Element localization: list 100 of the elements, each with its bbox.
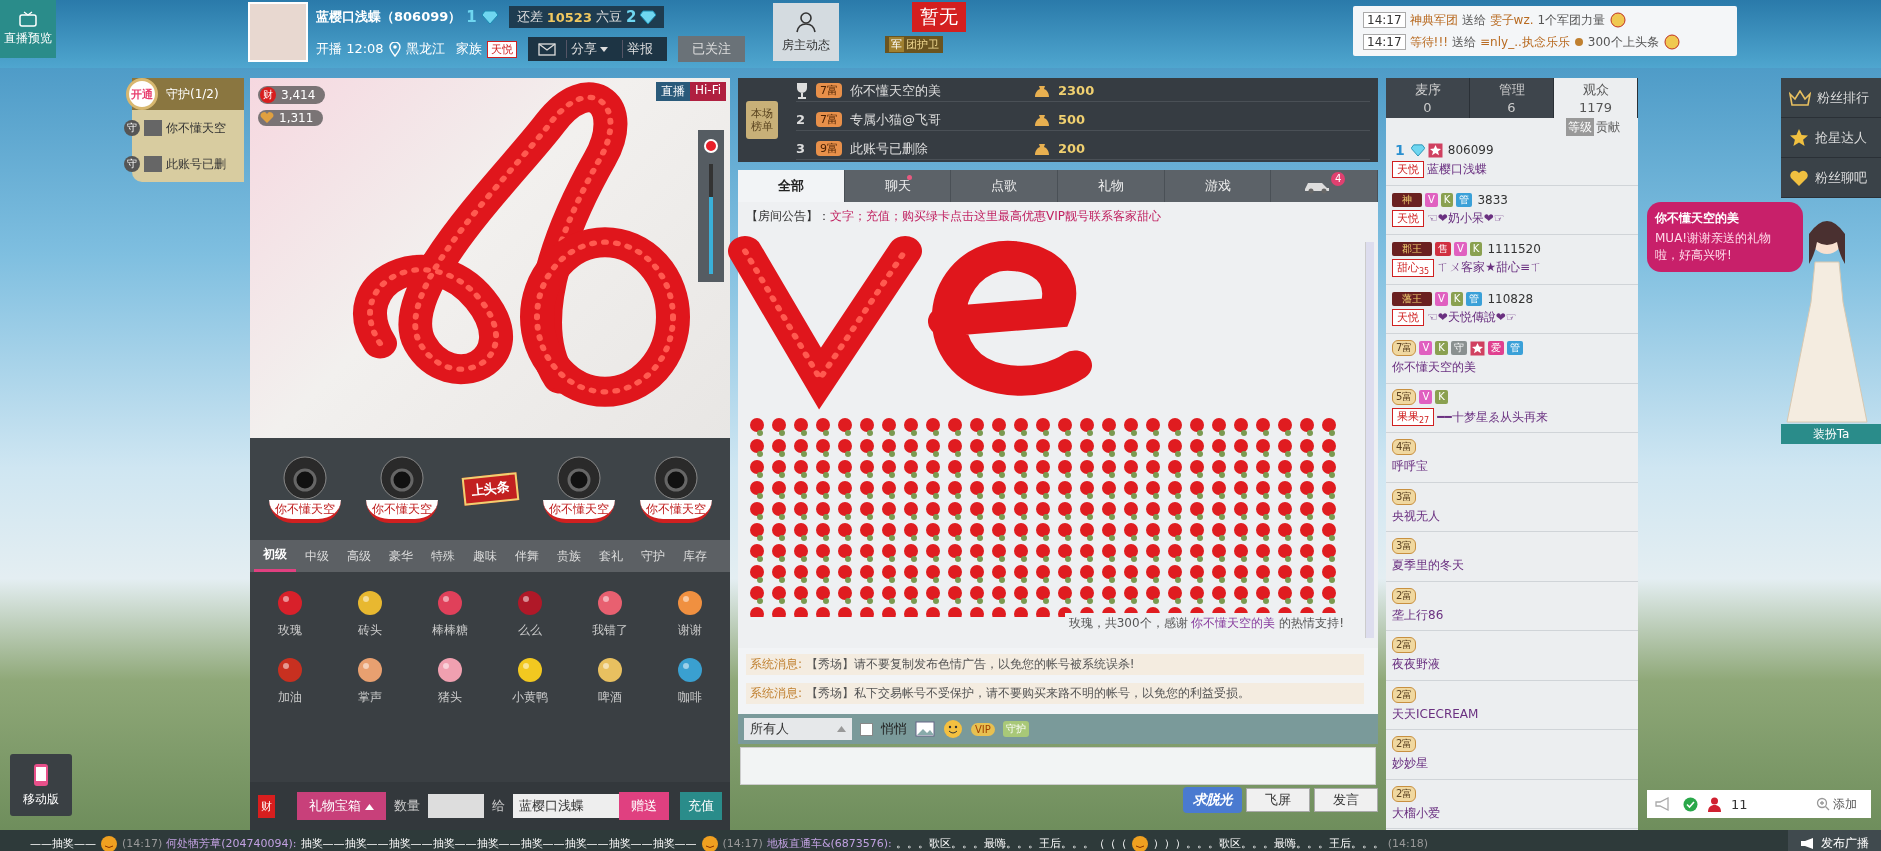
gift-icon <box>515 655 545 685</box>
gift-category-tab[interactable]: 高级 <box>338 540 380 572</box>
user-badge: K <box>1435 341 1448 356</box>
user-name: 天天ICECREAM <box>1392 705 1479 723</box>
gift-box-button[interactable]: 礼物宝箱 <box>297 792 387 820</box>
headline-seat[interactable]: 你不懂天空 <box>268 455 341 523</box>
audience-row[interactable]: 郡王 售 V K 1111520 甜心$_{35}$ ㄒㄨ客家★甜心≡ㄒ <box>1386 235 1638 285</box>
guard-name[interactable]: 你不懂天空 <box>166 119 226 137</box>
audience-row[interactable]: 藩王 V K 管 110828 天悦 ☜❤天悦傳說❤☞ <box>1386 284 1638 334</box>
gift-category-tab[interactable]: 库存 <box>674 540 716 572</box>
emoji-icon <box>700 834 719 851</box>
audience-row[interactable]: 2富 夜夜野液 <box>1386 631 1638 681</box>
user-badge: 爱 <box>1487 341 1504 356</box>
audience-row[interactable]: 3富 央视无人 <box>1386 482 1638 532</box>
send-gift-button[interactable]: 赠送 <box>619 792 670 820</box>
rank-name[interactable]: 此账号已删除 <box>850 139 1026 158</box>
recipient-dropdown[interactable]: 所有人 <box>744 718 852 740</box>
follow-button[interactable]: 已关注 <box>677 36 745 62</box>
gift-item[interactable]: 啤酒 <box>570 655 650 706</box>
smiley-icon[interactable] <box>943 719 963 739</box>
audience-row[interactable]: 7富 V K 守 爱 管 你不懂天空的美 <box>1386 334 1638 384</box>
audience-row[interactable]: 1 806099 天悦 蓝樱口浅蝶 <box>1386 136 1638 186</box>
mobile-version-button[interactable]: 移动版 <box>10 754 72 816</box>
report-button[interactable]: 举报 <box>621 40 657 58</box>
host-avatar <box>248 2 308 62</box>
record-icon[interactable] <box>703 138 719 154</box>
gift-item[interactable]: 么么 <box>490 588 570 639</box>
chat-input[interactable] <box>740 747 1376 785</box>
gift-item[interactable]: 猪头 <box>410 655 490 706</box>
mail-icon[interactable] <box>537 42 556 56</box>
gift-item[interactable]: 加油 <box>250 655 330 706</box>
audience-row[interactable]: 2富 天天ICECREAM <box>1386 680 1638 730</box>
send-button[interactable]: 发言 <box>1314 788 1378 812</box>
gift-item[interactable]: 砖头 <box>330 588 410 639</box>
fan-menu-item[interactable]: 粉丝聊吧 <box>1781 158 1881 198</box>
quantity-field[interactable] <box>428 794 485 818</box>
host-location: 黑龙江 <box>405 40 445 58</box>
audience-row[interactable]: 2富 妙妙星 <box>1386 730 1638 780</box>
gift-item[interactable]: 咖啡 <box>650 655 730 706</box>
fly-screen-button[interactable]: 飞屏 <box>1246 788 1310 812</box>
volume-slider[interactable] <box>709 164 713 274</box>
gift-item[interactable]: 玫瑰 <box>250 588 330 639</box>
guard-name[interactable]: 此账号已删 <box>166 155 226 173</box>
live-preview-button[interactable]: 直播预览 <box>0 0 56 58</box>
host-feed-button[interactable]: 房主动态 <box>772 3 839 61</box>
gift-category-tab[interactable]: 伴舞 <box>506 540 548 572</box>
audience-row[interactable]: 2富 垄上行86 <box>1386 581 1638 631</box>
open-guard-button[interactable]: 开通 <box>126 78 158 110</box>
rank-name[interactable]: 你不懂天空的美 <box>850 81 1026 100</box>
gift-category-tab[interactable]: 套礼 <box>590 540 632 572</box>
broadcast-button[interactable]: 发布广播 <box>1788 830 1881 851</box>
gift-category-tab[interactable]: 特殊 <box>422 540 464 572</box>
rank-number: 3 <box>796 141 807 156</box>
headline-seat[interactable]: 你不懂天空 <box>542 455 615 523</box>
headline-sign[interactable]: 上头条 <box>461 472 519 506</box>
audience-tab[interactable]: 管理 6 <box>1470 78 1554 118</box>
whisper-label: 悄悄 <box>881 720 907 738</box>
add-button[interactable]: 添加 <box>1810 794 1863 814</box>
audience-row[interactable]: 2富 大榴小爱 <box>1386 779 1638 829</box>
fan-tag: 天悦 <box>1392 209 1424 227</box>
dress-up-button[interactable]: 装扮Ta <box>1781 424 1881 444</box>
whisper-checkbox[interactable] <box>860 722 873 736</box>
gift-category-tab[interactable]: 中级 <box>296 540 338 572</box>
sort-option[interactable]: 贡献 <box>1594 118 1622 136</box>
rank-name[interactable]: 专属小猫@飞哥 <box>850 110 1026 129</box>
headline-seat[interactable]: 你不懂天空 <box>365 455 438 523</box>
scrollbar[interactable] <box>1365 242 1374 638</box>
check-circle-icon[interactable] <box>1683 796 1698 812</box>
diamond-icon <box>1410 144 1425 157</box>
user-level: 1 <box>1394 143 1406 158</box>
hifi-label[interactable]: Hi-Fi <box>689 82 726 101</box>
gift-item[interactable]: 掌声 <box>330 655 410 706</box>
chat-tab[interactable]: 全部 <box>738 170 845 202</box>
audience-row[interactable]: 4富 呼呼宝 <box>1386 433 1638 483</box>
gift-category-tab[interactable]: 豪华 <box>380 540 422 572</box>
fan-menu-item[interactable]: 粉丝排行 <box>1781 78 1881 118</box>
image-icon[interactable] <box>915 721 935 737</box>
gift-item[interactable]: 谢谢 <box>650 588 730 639</box>
recipient-select[interactable]: 蓝樱口浅蝶 <box>513 794 620 818</box>
gift-item[interactable]: 小黄鸭 <box>490 655 570 706</box>
rank-tag: 本场榜单 <box>746 100 778 140</box>
live-label[interactable]: 直播 <box>655 82 690 101</box>
audience-row[interactable]: 5富 V K 果果$_{27}$ ━━十梦星ゑ从头再来 <box>1386 383 1638 433</box>
gift-item[interactable]: 棒棒糖 <box>410 588 490 639</box>
promo-button[interactable]: 求脱光 <box>1183 787 1242 813</box>
wealth-counter: 财 3,414 <box>258 86 326 104</box>
recharge-button[interactable]: 充值 <box>680 792 722 820</box>
vip-button[interactable]: VIP <box>971 722 995 736</box>
gift-icon <box>275 588 305 618</box>
audience-row[interactable]: 3富 夏季里的冬天 <box>1386 532 1638 582</box>
share-button[interactable]: 分享 <box>565 40 612 58</box>
audience-row[interactable]: 神 V K 管 3833 天悦 ☜❤奶小呆❤☞ <box>1386 185 1638 235</box>
notice-receiver: ≡nly_..执念乐乐 <box>1480 33 1570 51</box>
gift-category-tab[interactable]: 贵族 <box>548 540 590 572</box>
headline-seat[interactable]: 你不懂天空 <box>639 455 712 523</box>
gift-category-tab[interactable]: 趣味 <box>464 540 506 572</box>
gift-item[interactable]: 我错了 <box>570 588 650 639</box>
audience-tab[interactable]: 麦序 0 <box>1386 78 1470 118</box>
gift-category-tab[interactable]: 守护 <box>632 540 674 572</box>
fan-menu-item[interactable]: 抢星达人 <box>1781 118 1881 158</box>
